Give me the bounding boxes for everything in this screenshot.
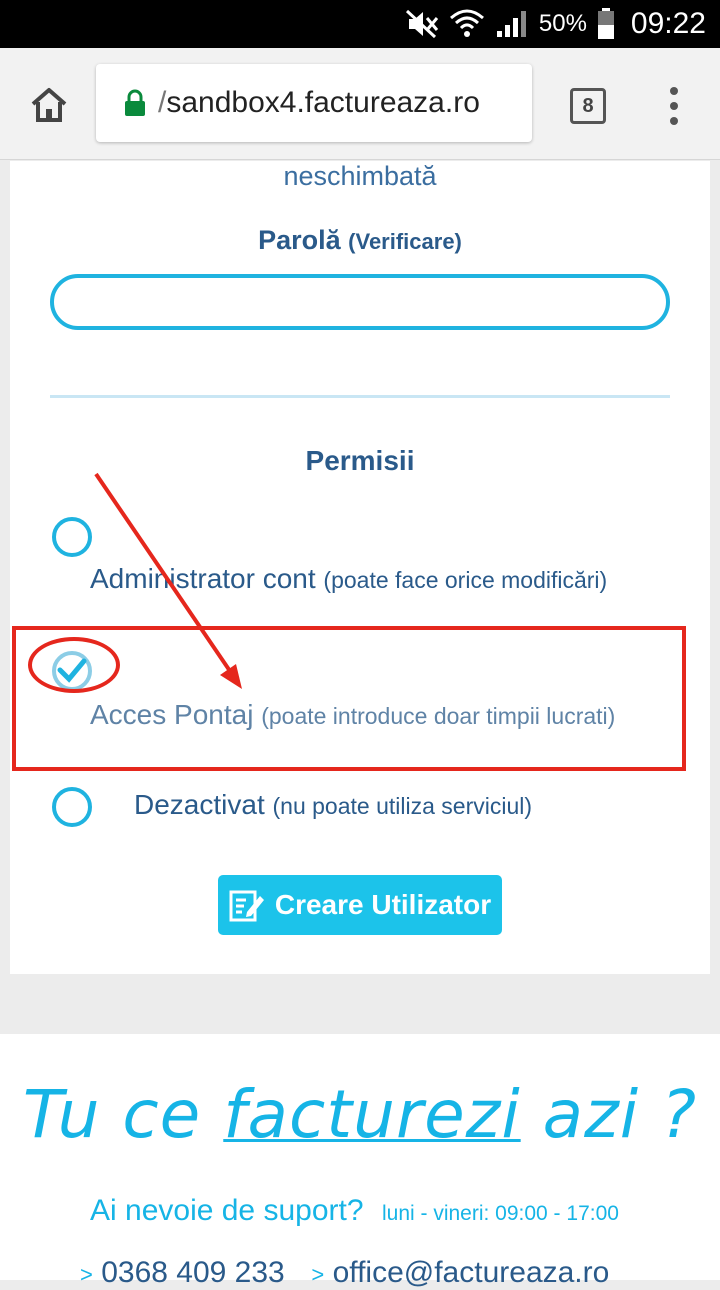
battery-percent: 50% [538, 10, 587, 37]
option-dezactivat-label: Dezactivat [134, 789, 265, 820]
support-hours: luni - vineri: 09:00 - 17:00 [381, 1202, 619, 1225]
address-bar[interactable]: /sandbox4.factureaza.ro [96, 64, 532, 142]
url-host: sandbox4.factureaza.ro [166, 86, 480, 119]
slogan-brand: facturezi [223, 1076, 521, 1153]
browser-toolbar: /sandbox4.factureaza.ro 8 [0, 48, 720, 160]
home-icon [31, 88, 67, 122]
password-note: neschimbată [283, 161, 437, 191]
radio-dezactivat[interactable] [52, 787, 92, 827]
overflow-menu-dot [670, 102, 678, 110]
phone-link[interactable]: 0368 409 233 [101, 1256, 285, 1289]
wifi-icon [449, 9, 484, 37]
email-chevron-icon: > [311, 1262, 325, 1287]
option-pontaj-desc: (poate introduce doar timpii lucrati) [261, 703, 616, 729]
edit-icon [229, 890, 264, 922]
home-button[interactable] [24, 80, 74, 130]
password-verify-input[interactable] [50, 274, 670, 330]
slogan-after: azi ? [520, 1076, 698, 1153]
option-dezactivat[interactable]: Dezactivat (nu poate utiliza serviciul) [134, 789, 532, 821]
tabs-count: 8 [582, 94, 594, 117]
signal-icon [496, 11, 526, 37]
overflow-menu-dot [670, 117, 678, 125]
radio-admin-account[interactable] [52, 517, 92, 557]
contact-row: > 0368 409 233 > office@factureaza.ro [80, 1256, 609, 1290]
option-acces-pontaj[interactable]: Acces Pontaj (poate introduce doar timpi… [90, 699, 615, 731]
battery-icon [597, 8, 614, 39]
support-row: Ai nevoie de suport? luni - vineri: 09:0… [90, 1194, 619, 1228]
create-user-label: Creare Utilizator [274, 889, 492, 920]
option-admin-account[interactable]: Administrator cont (poate face orice mod… [90, 563, 607, 595]
password-verify-label: Parolă (Verificare) [10, 225, 710, 256]
email-link[interactable]: office@factureaza.ro [333, 1256, 610, 1289]
option-pontaj-label: Acces Pontaj [90, 699, 254, 730]
slogan-before: Tu ce [22, 1076, 224, 1153]
create-user-button[interactable]: Creare Utilizator [218, 875, 502, 935]
permissions-title: Permisii [305, 445, 415, 476]
lock-icon [125, 89, 145, 116]
password-label-sub: (Verificare) [348, 229, 462, 254]
user-form-card: neschimbată Parolă (Verificare) Permisii… [10, 161, 710, 974]
option-dezactivat-desc: (nu poate utiliza serviciul) [272, 793, 533, 819]
phone-chevron-icon: > [80, 1262, 93, 1287]
radio-acces-pontaj[interactable] [52, 651, 92, 691]
status-icons: 50% 09:22 [405, 0, 720, 48]
option-admin-label: Administrator cont [90, 563, 316, 594]
status-bar: 50% 09:22 [0, 0, 720, 48]
check-icon [57, 658, 87, 683]
support-question: Ai nevoie de suport? [90, 1194, 364, 1227]
section-divider [50, 395, 670, 398]
footer-slogan: Tu ce facturezi azi ? [0, 1076, 720, 1153]
password-label-main: Parolă [258, 225, 341, 255]
clock: 09:22 [630, 7, 706, 40]
option-admin-desc: (poate face orice modificări) [323, 567, 608, 593]
tabs-button[interactable]: 8 [570, 88, 606, 124]
overflow-menu-icon [670, 87, 678, 95]
mute-icon [405, 9, 439, 39]
footer: Tu ce facturezi azi ? Ai nevoie de supor… [0, 1034, 720, 1289]
url-text: /sandbox4.factureaza.ro [158, 86, 480, 120]
overflow-menu-button[interactable] [660, 84, 688, 128]
